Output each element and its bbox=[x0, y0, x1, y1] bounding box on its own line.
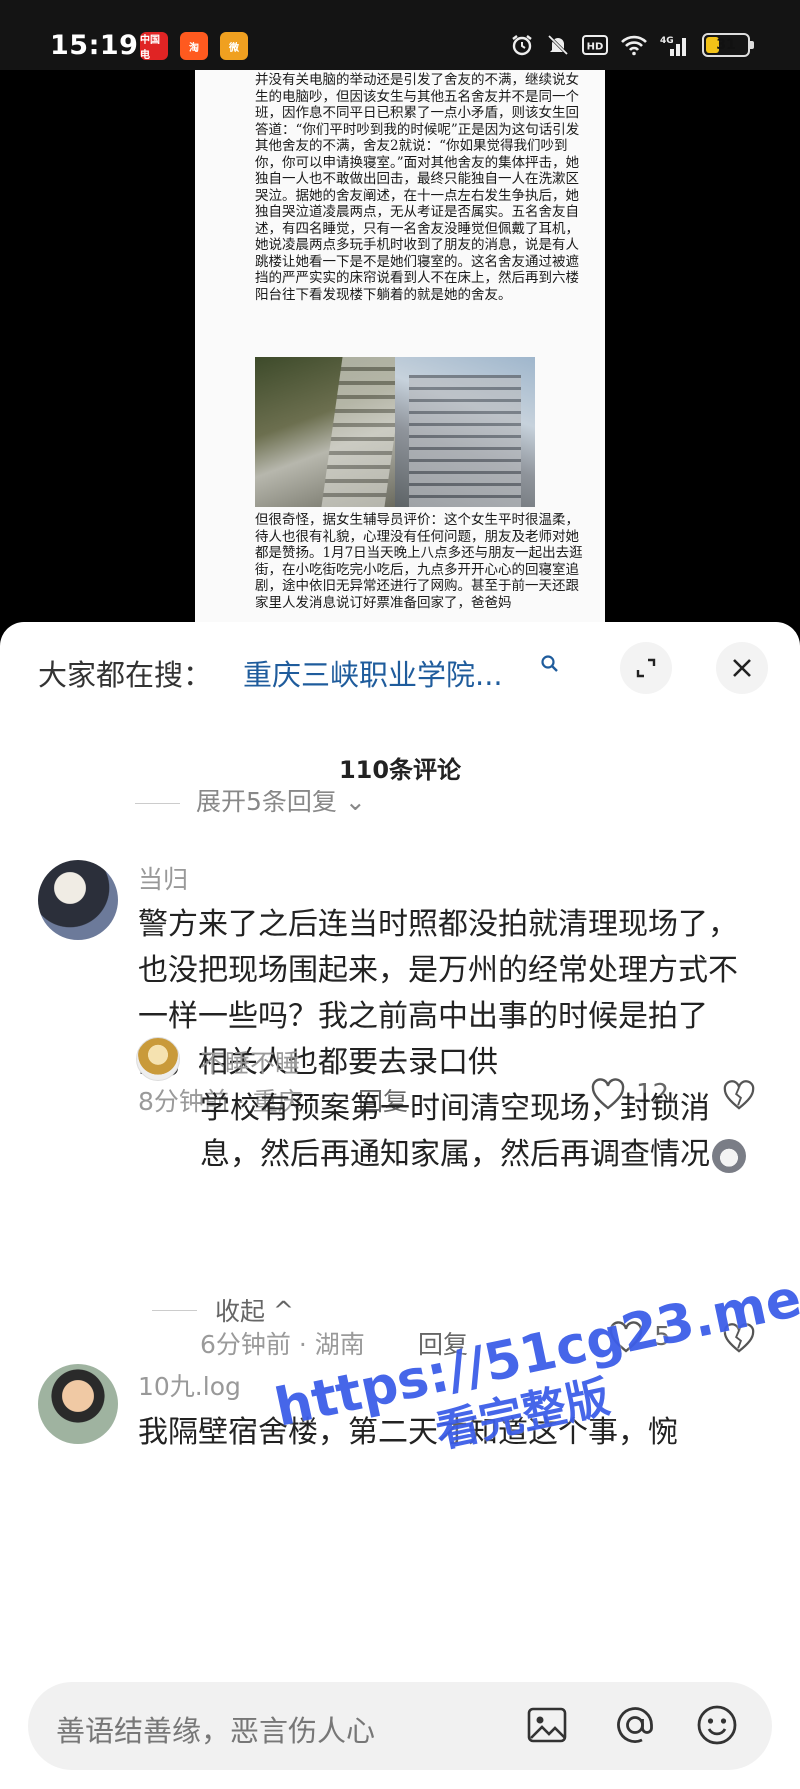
chevron-up-icon: ^ bbox=[272, 1295, 294, 1325]
shopping-app-icon: 淘 bbox=[180, 32, 208, 60]
doge-emoji-icon bbox=[712, 1138, 746, 1173]
svg-text:HD: HD bbox=[587, 42, 604, 53]
collapse-label: 收起 bbox=[215, 1297, 266, 1326]
heart-icon bbox=[609, 1321, 643, 1353]
dislike-icon[interactable] bbox=[722, 1322, 756, 1354]
alarm-icon bbox=[512, 35, 532, 56]
network-type: 4G bbox=[660, 36, 674, 46]
article-paragraph-2: 但很奇怪，据女生辅导员评价：这个女生平时很温柔，待人也很有礼貌，心理没有任何问题… bbox=[255, 512, 583, 611]
avatar[interactable] bbox=[136, 1037, 180, 1081]
close-button[interactable] bbox=[716, 642, 768, 694]
chevron-down-icon: ⌄ bbox=[344, 787, 366, 816]
comment-sheet: 大家都在搜： 重庆三峡职业学院... 110条评论 展开5条回复 ⌄ 当归 警方… bbox=[0, 622, 800, 1789]
like-count: 5 bbox=[654, 1322, 671, 1352]
comment-username[interactable]: 不睡不睡 bbox=[200, 1044, 300, 1080]
search-prefix: 大家都在搜： bbox=[38, 658, 213, 692]
search-icon[interactable] bbox=[540, 654, 560, 674]
signal-icon: 4G bbox=[660, 36, 686, 56]
battery-percentage: 31 bbox=[716, 37, 736, 53]
app-notification-icon: 中国电 bbox=[140, 32, 168, 61]
status-bar: 15:19 中国电 淘 微 HD 4G 31 bbox=[0, 0, 800, 70]
expand-button[interactable] bbox=[620, 642, 672, 694]
image-icon[interactable] bbox=[524, 1702, 570, 1748]
expand-replies-label: 展开5条回复 bbox=[196, 787, 337, 816]
status-time: 15:19 bbox=[50, 30, 139, 61]
status-icons: HD 4G 31 bbox=[510, 33, 754, 57]
comment-input-placeholder: 善语结善缘，恶言伤人心 bbox=[56, 1714, 376, 1748]
comment-count: 110条评论 bbox=[338, 756, 462, 784]
avatar[interactable] bbox=[38, 1364, 118, 1444]
article-paragraph-1: 并没有关电脑的举动还是引发了舍友的不满，继续说女生的电脑吵，但因该女生与其他五名… bbox=[255, 72, 580, 303]
article-photos bbox=[255, 357, 535, 507]
comment-username[interactable]: 当归 bbox=[138, 860, 188, 896]
comment-meta: 6分钟前 · 湖南 bbox=[200, 1330, 365, 1359]
building-photo-right bbox=[395, 357, 535, 507]
mention-icon[interactable] bbox=[612, 1702, 658, 1748]
mute-bell-icon bbox=[547, 34, 569, 56]
collapse-replies-button[interactable]: 收起 ^ bbox=[152, 1292, 294, 1328]
hd-icon: HD bbox=[582, 35, 608, 55]
like-button[interactable]: 5 bbox=[608, 1320, 671, 1354]
expand-icon bbox=[636, 658, 656, 678]
comment-username[interactable]: 10九.log bbox=[138, 1367, 241, 1403]
battery-icon: 31 bbox=[702, 33, 754, 57]
building-photo-left bbox=[255, 357, 395, 507]
close-icon bbox=[733, 659, 751, 677]
emoji-icon[interactable] bbox=[694, 1702, 740, 1748]
comment-text: 我隔壁宿舍楼，第二天才知道这个事，惋 bbox=[138, 1415, 678, 1450]
comment-text: 学校有预案第一时间清空现场，封锁消息，然后再通知家属，然后再调查情况 bbox=[200, 1086, 760, 1178]
avatar[interactable] bbox=[38, 860, 118, 940]
expand-replies-button[interactable]: 展开5条回复 ⌄ bbox=[135, 787, 366, 818]
wifi-icon bbox=[621, 35, 647, 56]
comment-input[interactable]: 善语结善缘，恶言伤人心 bbox=[28, 1682, 772, 1770]
reply-button[interactable]: 回复 bbox=[418, 1325, 468, 1361]
weibo-app-icon: 微 bbox=[220, 32, 248, 60]
search-suggestion-link[interactable]: 重庆三峡职业学院... bbox=[243, 652, 503, 694]
article-image: 并没有关电脑的举动还是引发了舍友的不满，继续说女生的电脑吵，但因该女生与其他五名… bbox=[195, 70, 605, 630]
